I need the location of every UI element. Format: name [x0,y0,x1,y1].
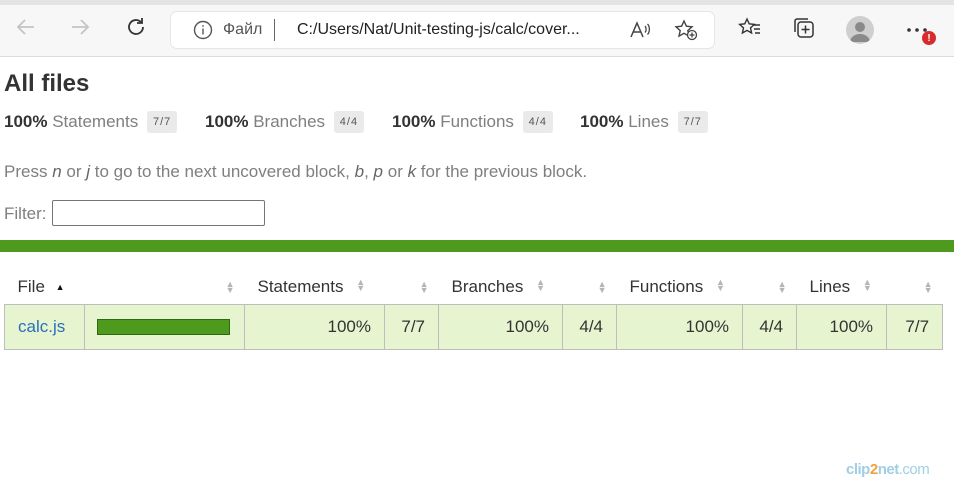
hint-key: n [52,162,62,181]
back-arrow-icon [15,16,37,43]
sort-icon[interactable]: ▲ ▼ [778,280,787,295]
hint-key: b [354,162,365,181]
filter-label: Filter: [4,204,47,223]
summary-pct: 100% [580,112,624,131]
summary-label: Lines [628,112,669,131]
coverage-bar [97,319,230,335]
summary-functions: 100% Functions 4/4 [392,111,553,133]
sort-asc-icon: ▲ [55,282,65,292]
back-button[interactable] [14,17,38,41]
table-header-row: File ▲ ▲ ▼ Statements ▲ ▼ ▲ ▼ Branches ▲ ▼ ▲… [5,270,943,305]
collections-icon [792,16,816,45]
add-favorite-icon[interactable] [674,19,698,46]
watermark-text: clip [846,461,870,478]
hint-key: k [407,162,417,181]
col-header-label: Lines [809,277,851,296]
sort-icon[interactable]: ▲ ▼ [598,280,607,295]
hint-text: , [364,162,374,181]
coverage-table: File ▲ ▲ ▼ Statements ▲ ▼ ▲ ▼ Branches ▲ ▼ ▲… [4,270,944,350]
favorites-star-icon [737,16,762,44]
hint-key: p [373,162,384,181]
hint-text: or [61,162,87,181]
update-badge: ! [922,31,936,45]
forward-arrow-icon [69,16,91,43]
hint-text: for the previous block. [416,162,588,181]
col-header-label: Statements [257,277,344,296]
summary-fraction: 7/7 [677,111,708,133]
sort-icon[interactable]: ▲ ▼ [420,280,429,295]
lines-frac-cell: 7/7 [886,304,944,350]
refresh-button[interactable] [124,17,148,41]
info-icon[interactable] [193,20,213,45]
keyboard-hint: Press n or j to go to the next uncovered… [4,162,587,182]
col-header-label: File [17,277,45,296]
summary-statements: 100% Statements 7/7 [4,111,178,133]
hint-text: Press [4,162,53,181]
col-header-file[interactable]: File ▲ ▲ ▼ [5,270,245,305]
functions-frac-cell: 4/4 [742,304,798,350]
watermark-text: net [877,461,900,478]
page-title: All files [4,70,90,97]
col-header-statements[interactable]: Statements ▲ ▼ ▲ ▼ [245,270,439,305]
file-cell: calc.js [4,304,85,350]
profile-avatar[interactable] [846,16,874,44]
address-divider [274,19,275,41]
refresh-icon [125,16,147,43]
branches-frac-cell: 4/4 [561,304,618,350]
tab-strip [0,0,954,5]
address-bar[interactable]: Файл C:/Users/Nat/Unit-testing-js/calc/c… [171,12,714,48]
col-header-branches[interactable]: Branches ▲ ▼ ▲ ▼ [439,270,617,305]
watermark-logo: clip2net.com [846,461,930,478]
browser-toolbar: Файл C:/Users/Nat/Unit-testing-js/calc/c… [0,0,954,57]
statements-pct-cell: 100% [244,304,385,350]
sort-icon[interactable]: ▲ ▼ [924,280,933,295]
sort-icon[interactable]: ▲ ▼ [863,278,872,293]
summary-label: Branches [253,112,326,131]
filter-input[interactable] [52,200,265,226]
sort-icon[interactable]: ▲ ▼ [226,280,235,295]
summary-label: Functions [440,112,514,131]
statements-frac-cell: 7/7 [384,304,439,350]
scheme-label: Файл [223,21,263,38]
summary-pct: 100% [392,112,436,131]
col-header-label: Functions [629,277,704,296]
col-header-label: Branches [451,277,524,296]
summary-fraction: 4/4 [333,111,365,133]
summary-fraction: 7/7 [146,111,178,133]
forward-button[interactable] [68,17,92,41]
url-text[interactable]: C:/Users/Nat/Unit-testing-js/calc/cover.… [297,21,580,39]
sort-icon[interactable]: ▲ ▼ [536,278,545,293]
sort-icon[interactable]: ▲ ▼ [716,278,725,293]
lines-pct-cell: 100% [796,304,888,350]
file-link[interactable]: calc.js [18,317,65,336]
summary-pct: 100% [4,112,48,131]
summary-pct: 100% [205,112,249,131]
summary-lines: 100% Lines 7/7 [580,111,708,133]
hint-text: or [383,162,408,181]
sort-icon[interactable]: ▲ ▼ [356,278,365,293]
table-row: calc.js 100% 7/7 100% 4/4 100% 4/4 100% … [4,304,944,350]
summary-label: Statements [52,112,139,131]
col-header-lines[interactable]: Lines ▲ ▼ ▲ ▼ [797,270,943,305]
functions-pct-cell: 100% [616,304,744,350]
favorites-button[interactable] [737,16,763,44]
collections-button[interactable] [791,17,817,43]
watermark-text: .com [898,461,930,478]
hint-text: to go to the next uncovered block, [90,162,355,181]
watermark-text: 2 [869,461,878,478]
summary-branches: 100% Branches 4/4 [205,111,365,133]
coverage-status-bar [0,240,954,252]
col-header-functions[interactable]: Functions ▲ ▼ ▲ ▼ [617,270,797,305]
coverage-bar-cell [84,304,245,350]
branches-pct-cell: 100% [438,304,563,350]
summary-fraction: 4/4 [522,111,553,133]
read-aloud-icon[interactable] [629,20,651,45]
